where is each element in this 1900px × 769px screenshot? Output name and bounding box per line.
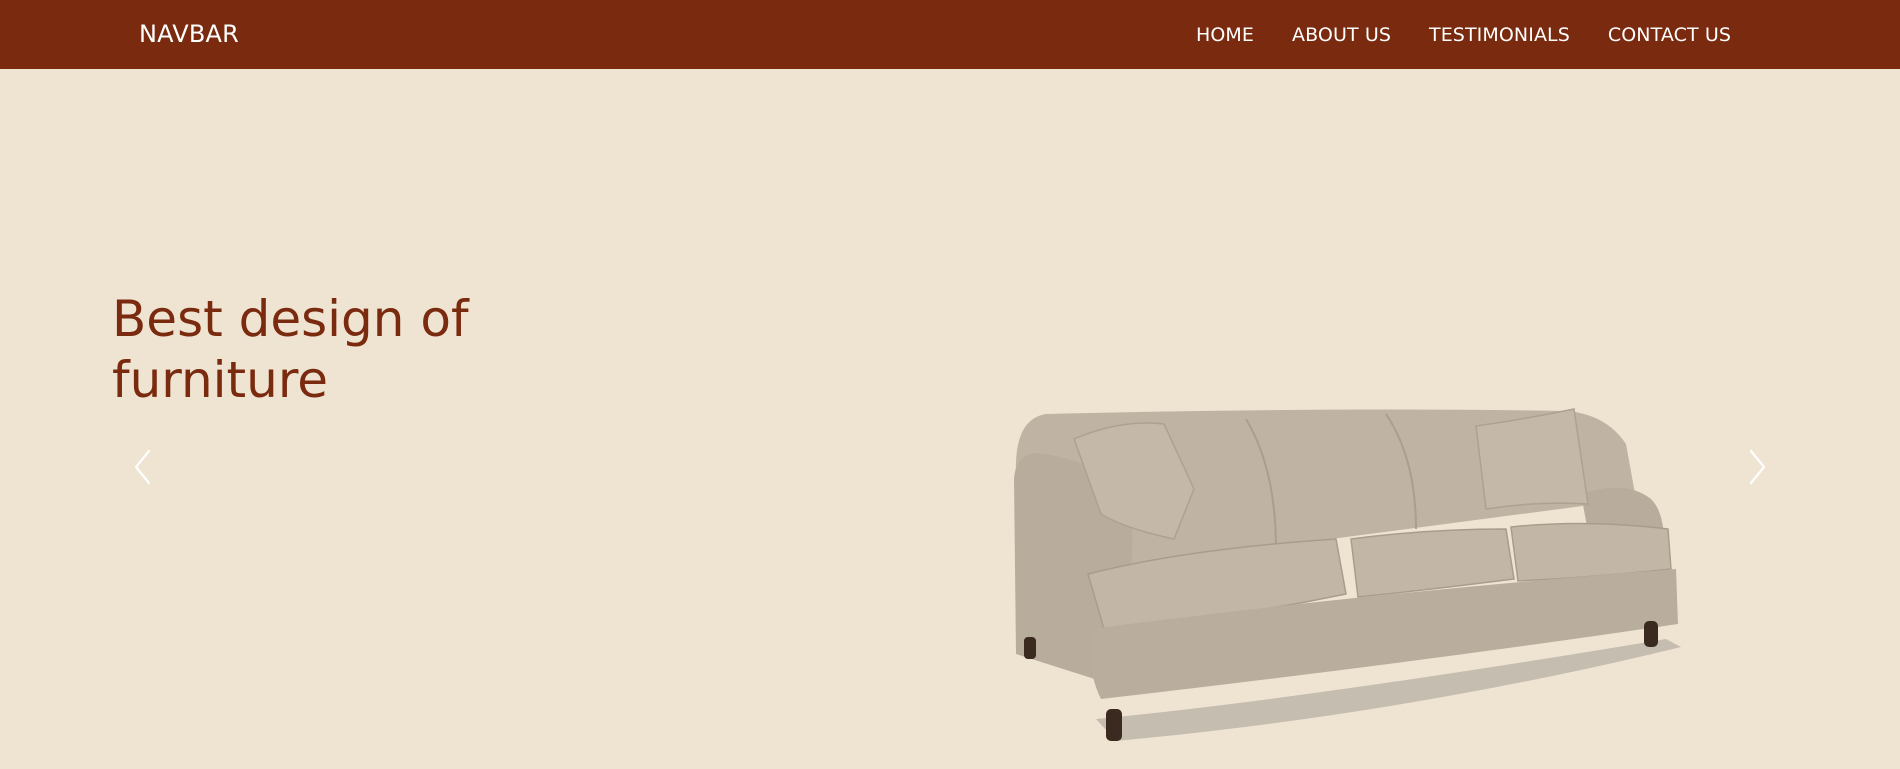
nav-link-contact-us[interactable]: CONTACT US [1608,24,1731,46]
nav-item-contact-us: CONTACT US [1608,24,1731,46]
nav-link-about-us[interactable]: ABOUT US [1292,24,1391,46]
chevron-left-icon [134,449,151,485]
nav-item-about-us: ABOUT US [1292,24,1391,46]
navbar: NAVBAR HOME ABOUT US TESTIMONIALS CONTAC… [0,0,1900,69]
hero-carousel: Best design of furniture [0,69,1900,741]
hero-headline-line-1: Best design of [112,290,469,348]
nav-item-home: HOME [1196,24,1254,46]
nav-links: HOME ABOUT US TESTIMONIALS CONTACT US [1196,0,1731,69]
navbar-brand[interactable]: NAVBAR [139,18,239,50]
nav-link-testimonials[interactable]: TESTIMONIALS [1429,24,1570,46]
nav-link-home[interactable]: HOME [1196,24,1254,46]
nav-item-testimonials: TESTIMONIALS [1429,24,1570,46]
sofa-image [1014,408,1681,741]
hero-headline: Best design of furniture [112,289,552,411]
carousel-next-button[interactable] [1742,447,1772,487]
chevron-right-icon [1749,449,1766,485]
hero-headline-line-2: furniture [112,351,329,409]
carousel-prev-button[interactable] [128,447,158,487]
